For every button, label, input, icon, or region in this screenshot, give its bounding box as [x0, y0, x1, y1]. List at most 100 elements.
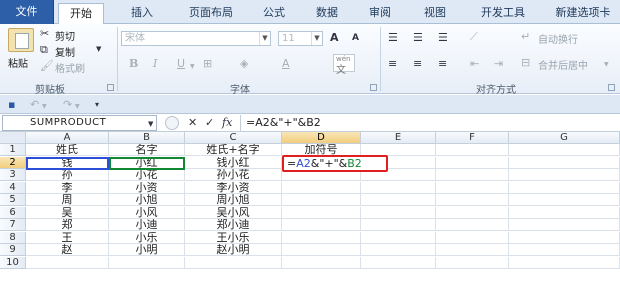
- cell[interactable]: 郑小迪: [185, 219, 282, 231]
- formula-bar-scroll-icon[interactable]: [165, 116, 179, 130]
- cancel-icon[interactable]: ✕: [188, 116, 197, 129]
- cell[interactable]: [436, 156, 509, 169]
- row-header[interactable]: 3: [0, 169, 26, 181]
- cell[interactable]: [509, 181, 620, 194]
- cell[interactable]: 吴: [26, 206, 109, 219]
- tab-developer[interactable]: 开发工具: [470, 3, 536, 24]
- row-header[interactable]: 4: [0, 181, 26, 194]
- cell[interactable]: [282, 206, 361, 219]
- customize-qat-icon[interactable]: ▾: [95, 98, 99, 111]
- cell[interactable]: 王小乐: [185, 231, 282, 244]
- cell[interactable]: 小风: [109, 206, 185, 219]
- copy-button[interactable]: 复制: [55, 44, 75, 59]
- row-header[interactable]: 6: [0, 206, 26, 219]
- cell[interactable]: [185, 256, 282, 269]
- font-size-combo[interactable]: 11 ▼: [278, 31, 323, 46]
- tab-review[interactable]: 审阅: [357, 3, 403, 24]
- insert-function-icon[interactable]: fx: [222, 116, 232, 129]
- cell[interactable]: [436, 144, 509, 156]
- phonetic-button[interactable]: wén 文: [333, 54, 355, 76]
- alignment-launcher-icon[interactable]: [608, 84, 615, 91]
- format-painter-button[interactable]: 格式刷: [55, 60, 85, 75]
- chevron-down-icon[interactable]: ▼: [75, 100, 80, 113]
- tab-home[interactable]: 开始: [58, 3, 104, 25]
- align-bottom-icon[interactable]: ☰: [438, 31, 448, 44]
- formula-input[interactable]: =A2&"+"&B2: [246, 115, 321, 131]
- cell[interactable]: [509, 156, 620, 169]
- cell[interactable]: 周: [26, 194, 109, 206]
- cell[interactable]: [436, 181, 509, 194]
- cell[interactable]: [436, 194, 509, 206]
- cell[interactable]: [509, 194, 620, 206]
- tab-page-layout[interactable]: 页面布局: [178, 3, 244, 24]
- merge-center-icon[interactable]: ⊟: [521, 56, 530, 69]
- cell[interactable]: [109, 256, 185, 269]
- cell[interactable]: 赵小明: [185, 244, 282, 256]
- column-header-g[interactable]: G: [509, 132, 620, 144]
- cell[interactable]: 李: [26, 181, 109, 194]
- cell[interactable]: [282, 256, 361, 269]
- column-header-f[interactable]: F: [436, 132, 509, 144]
- cell[interactable]: [509, 206, 620, 219]
- cell[interactable]: [361, 206, 436, 219]
- redo-icon[interactable]: ↷: [63, 98, 72, 111]
- cell[interactable]: 钱小红: [185, 156, 282, 169]
- clipboard-icon[interactable]: [8, 28, 34, 52]
- align-center-icon[interactable]: ≡: [413, 57, 422, 70]
- tab-view[interactable]: 视图: [412, 3, 458, 24]
- row-header[interactable]: 1: [0, 144, 26, 156]
- chevron-down-icon[interactable]: ▼: [148, 118, 153, 131]
- italic-button[interactable]: I: [153, 57, 157, 70]
- cell[interactable]: [282, 244, 361, 256]
- undo-icon[interactable]: ↶: [30, 98, 39, 111]
- enter-icon[interactable]: ✓: [205, 116, 214, 129]
- cell[interactable]: [509, 169, 620, 181]
- cell[interactable]: 小旭: [109, 194, 185, 206]
- align-top-icon[interactable]: ☰: [388, 31, 398, 44]
- chevron-down-icon[interactable]: ▼: [190, 60, 195, 73]
- grow-font-icon[interactable]: A: [330, 31, 339, 44]
- chevron-down-icon[interactable]: ▼: [604, 58, 609, 71]
- column-header-d[interactable]: D: [282, 132, 361, 144]
- underline-button[interactable]: U: [177, 57, 185, 70]
- font-launcher-icon[interactable]: [370, 84, 377, 91]
- cell[interactable]: 李小资: [185, 181, 282, 194]
- cell[interactable]: 王: [26, 231, 109, 244]
- cell[interactable]: 小资: [109, 181, 185, 194]
- clipboard-launcher-icon[interactable]: [107, 84, 114, 91]
- cut-button[interactable]: 剪切: [55, 28, 75, 43]
- cell[interactable]: 姓氏+名字: [185, 144, 282, 156]
- cell[interactable]: [509, 144, 620, 156]
- increase-indent-icon[interactable]: ⇥: [494, 57, 503, 70]
- cell[interactable]: [361, 181, 436, 194]
- cell[interactable]: [282, 194, 361, 206]
- align-right-icon[interactable]: ≡: [438, 57, 447, 70]
- tab-insert[interactable]: 插入: [119, 3, 165, 24]
- tab-file[interactable]: 文件: [0, 0, 54, 24]
- cell[interactable]: [509, 244, 620, 256]
- cell[interactable]: [26, 256, 109, 269]
- cell[interactable]: [436, 231, 509, 244]
- cell[interactable]: 孙: [26, 169, 109, 181]
- tab-data[interactable]: 数据: [304, 3, 350, 24]
- cell[interactable]: [282, 231, 361, 244]
- row-header[interactable]: 10: [0, 256, 26, 269]
- cell[interactable]: [509, 219, 620, 231]
- borders-icon[interactable]: ⊞: [203, 57, 212, 70]
- cell[interactable]: 名字: [109, 144, 185, 156]
- row-header[interactable]: 8: [0, 231, 26, 244]
- cell[interactable]: 赵: [26, 244, 109, 256]
- bold-button[interactable]: B: [129, 57, 138, 70]
- row-header[interactable]: 2: [0, 156, 26, 169]
- align-left-icon[interactable]: ≡: [388, 57, 397, 70]
- row-header[interactable]: 7: [0, 219, 26, 231]
- editing-cell-d2[interactable]: =A2&"+"&B2: [282, 155, 388, 172]
- chevron-down-icon[interactable]: ▼: [42, 100, 47, 113]
- name-box[interactable]: SUMPRODUCT: [2, 115, 157, 131]
- cell[interactable]: [361, 194, 436, 206]
- tab-new-tab[interactable]: 新建选项卡: [546, 3, 620, 24]
- cell[interactable]: [361, 231, 436, 244]
- cell[interactable]: [436, 219, 509, 231]
- cell[interactable]: [282, 181, 361, 194]
- column-header-e[interactable]: E: [361, 132, 436, 144]
